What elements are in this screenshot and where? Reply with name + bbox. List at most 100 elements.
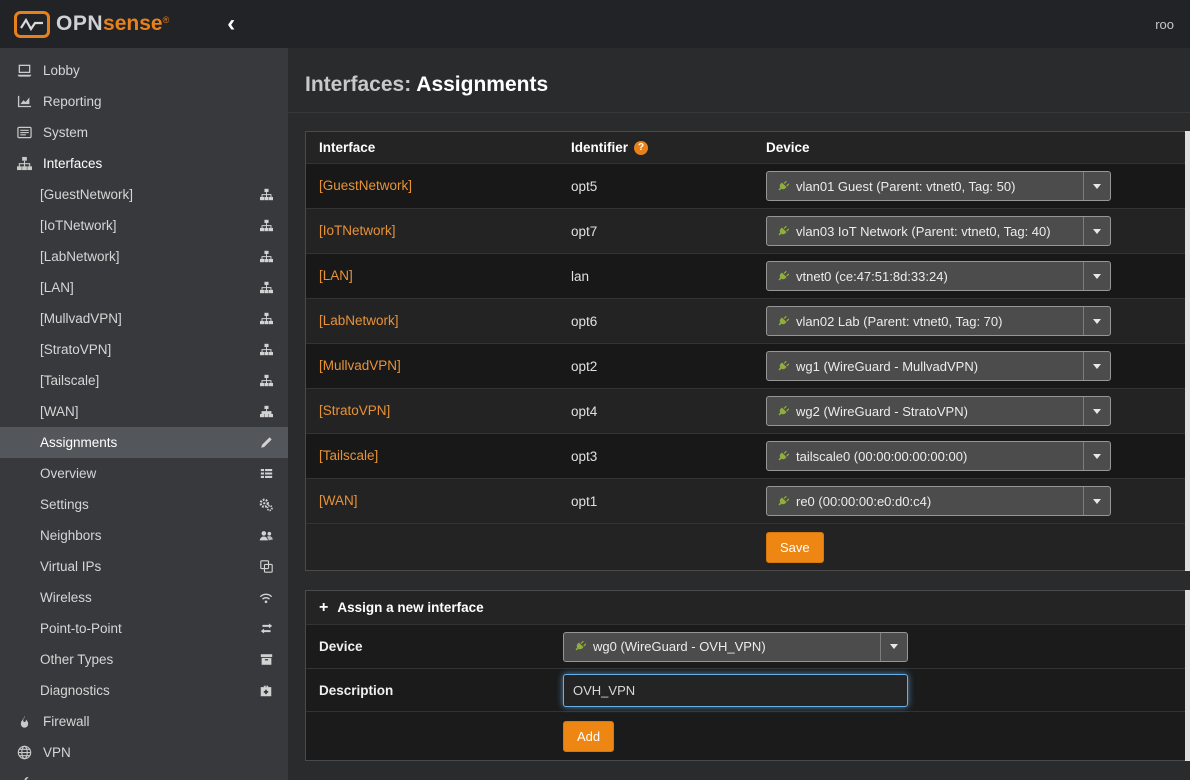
archive-icon [260, 653, 273, 666]
assign-new-panel: + Assign a new interface Device wg0 (Wir… [305, 590, 1190, 761]
sitemap-icon [260, 343, 273, 356]
top-header: OPNsense® ‹ roo [0, 0, 1190, 48]
sidebar-item-firewall[interactable]: Firewall [0, 706, 288, 737]
plug-icon [776, 495, 789, 508]
save-button[interactable]: Save [766, 532, 824, 563]
add-button[interactable]: Add [563, 721, 614, 752]
list-alt-icon [15, 125, 33, 140]
table-row: [WAN] opt1 re0 (00:00:00:e0:d0:c4) [306, 478, 1190, 523]
interface-link[interactable]: [LabNetwork] [319, 313, 399, 328]
interface-link[interactable]: [Tailscale] [319, 448, 378, 463]
column-header-interface: Interface [319, 140, 571, 155]
sidebar-item-labnetwork[interactable]: [LabNetwork] [0, 241, 288, 272]
help-icon[interactable]: ? [634, 141, 648, 155]
caret-down-icon [880, 633, 907, 661]
device-select[interactable]: vlan02 Lab (Parent: vtnet0, Tag: 70) [766, 306, 1111, 336]
table-row: [Tailscale] opt3 tailscale0 (00:00:00:00… [306, 433, 1190, 478]
sidebar-item-diagnostics[interactable]: Diagnostics [0, 675, 288, 706]
table-row: [LabNetwork] opt6 vlan02 Lab (Parent: vt… [306, 298, 1190, 343]
sidebar-item-interfaces[interactable]: Interfaces [0, 148, 288, 179]
sidebar-item-reporting[interactable]: Reporting [0, 86, 288, 117]
caret-down-icon [1083, 307, 1110, 335]
sidebar-item-point-to-point[interactable]: Point-to-Point [0, 613, 288, 644]
plug-icon [776, 450, 789, 463]
main-content: Interfaces: Assignments Interface Identi… [288, 48, 1190, 780]
device-select[interactable]: vlan01 Guest (Parent: vtnet0, Tag: 50) [766, 171, 1111, 201]
plug-icon [776, 270, 789, 283]
sidebar-item-iotnetwork[interactable]: [IoTNetwork] [0, 210, 288, 241]
exchange-icon [260, 622, 273, 635]
identifier-cell: opt1 [571, 494, 766, 509]
identifier-cell: opt2 [571, 359, 766, 374]
device-select-value: vlan01 Guest (Parent: vtnet0, Tag: 50) [796, 179, 1076, 194]
brand-registered-mark: ® [163, 15, 170, 25]
identifier-cell: opt5 [571, 179, 766, 194]
sidebar-collapse-button[interactable]: ‹ [227, 12, 235, 36]
plug-icon [776, 405, 789, 418]
device-select[interactable]: re0 (00:00:00:e0:d0:c4) [766, 486, 1111, 516]
sidebar-item-assignments[interactable]: Assignments [0, 427, 288, 458]
plus-icon: + [319, 600, 328, 616]
page-header: Interfaces: Assignments [288, 48, 1190, 113]
caret-down-icon [1083, 172, 1110, 200]
fire-icon [15, 714, 33, 729]
interface-link[interactable]: [IoTNetwork] [319, 223, 396, 238]
caret-down-icon [1083, 397, 1110, 425]
assign-new-title: Assign a new interface [337, 600, 483, 615]
assignments-panel: Interface Identifier? Device [GuestNetwo… [305, 131, 1190, 571]
column-header-identifier: Identifier [571, 140, 628, 155]
interface-link[interactable]: [LAN] [319, 268, 353, 283]
sidebar-item-guestnetwork[interactable]: [GuestNetwork] [0, 179, 288, 210]
sitemap-icon [260, 219, 273, 232]
device-select[interactable]: tailscale0 (00:00:00:00:00:00) [766, 441, 1111, 471]
sidebar-item-wan[interactable]: [WAN] [0, 396, 288, 427]
user-menu[interactable]: roo [1155, 17, 1174, 32]
interface-link[interactable]: [MullvadVPN] [319, 358, 401, 373]
sidebar-item-other-types[interactable]: Other Types [0, 644, 288, 675]
identifier-cell: opt7 [571, 224, 766, 239]
new-device-select[interactable]: wg0 (WireGuard - OVH_VPN) [563, 632, 908, 662]
sitemap-icon [260, 188, 273, 201]
interface-link[interactable]: [WAN] [319, 493, 358, 508]
shell: Lobby Reporting System Interfaces [Guest… [0, 48, 1190, 780]
brand-text-sense: sense [103, 12, 163, 36]
laptop-icon [15, 63, 33, 78]
sidebar-item-settings[interactable]: Settings [0, 489, 288, 520]
sidebar-item-lobby[interactable]: Lobby [0, 55, 288, 86]
table-row: [LAN] lan vtnet0 (ce:47:51:8d:33:24) [306, 253, 1190, 298]
interface-link[interactable]: [StratoVPN] [319, 403, 390, 418]
column-header-device: Device [766, 140, 1190, 155]
device-select[interactable]: vlan03 IoT Network (Parent: vtnet0, Tag:… [766, 216, 1111, 246]
sidebar-item-lan[interactable]: [LAN] [0, 272, 288, 303]
sidebar-item-overview[interactable]: Overview [0, 458, 288, 489]
device-select-value: vlan02 Lab (Parent: vtnet0, Tag: 70) [796, 314, 1076, 329]
sidebar-item-tailscale[interactable]: [Tailscale] [0, 365, 288, 396]
caret-down-icon [1083, 487, 1110, 515]
table-row: [GuestNetwork] opt5 vlan01 Guest (Parent… [306, 163, 1190, 208]
device-select[interactable]: wg2 (WireGuard - StratoVPN) [766, 396, 1111, 426]
sidebar-item-system[interactable]: System [0, 117, 288, 148]
device-select-value: vlan03 IoT Network (Parent: vtnet0, Tag:… [796, 224, 1076, 239]
add-row: Add [306, 711, 1190, 760]
sidebar-item-neighbors[interactable]: Neighbors [0, 520, 288, 551]
assign-new-header: + Assign a new interface [306, 591, 1190, 625]
device-select[interactable]: wg1 (WireGuard - MullvadVPN) [766, 351, 1111, 381]
sidebar-item-virtual-ips[interactable]: Virtual IPs [0, 551, 288, 582]
device-select[interactable]: vtnet0 (ce:47:51:8d:33:24) [766, 261, 1111, 291]
sidebar-item-stratovpn[interactable]: [StratoVPN] [0, 334, 288, 365]
gears-icon [259, 498, 273, 512]
chart-icon [15, 94, 33, 109]
sidebar-item-mullvadvpn[interactable]: [MullvadVPN] [0, 303, 288, 334]
sidebar-item-wireless[interactable]: Wireless [0, 582, 288, 613]
wifi-icon [259, 591, 273, 605]
plug-icon [573, 640, 586, 653]
device-select-value: wg1 (WireGuard - MullvadVPN) [796, 359, 1076, 374]
interface-link[interactable]: [GuestNetwork] [319, 178, 412, 193]
device-select-value: vtnet0 (ce:47:51:8d:33:24) [796, 269, 1076, 284]
caret-down-icon [1083, 262, 1110, 290]
sidebar-item-partial[interactable] [0, 768, 288, 780]
description-input[interactable] [563, 674, 908, 707]
brand-logo[interactable]: OPNsense® [14, 11, 169, 38]
sidebar-item-vpn[interactable]: VPN [0, 737, 288, 768]
sitemap-icon [15, 156, 33, 171]
